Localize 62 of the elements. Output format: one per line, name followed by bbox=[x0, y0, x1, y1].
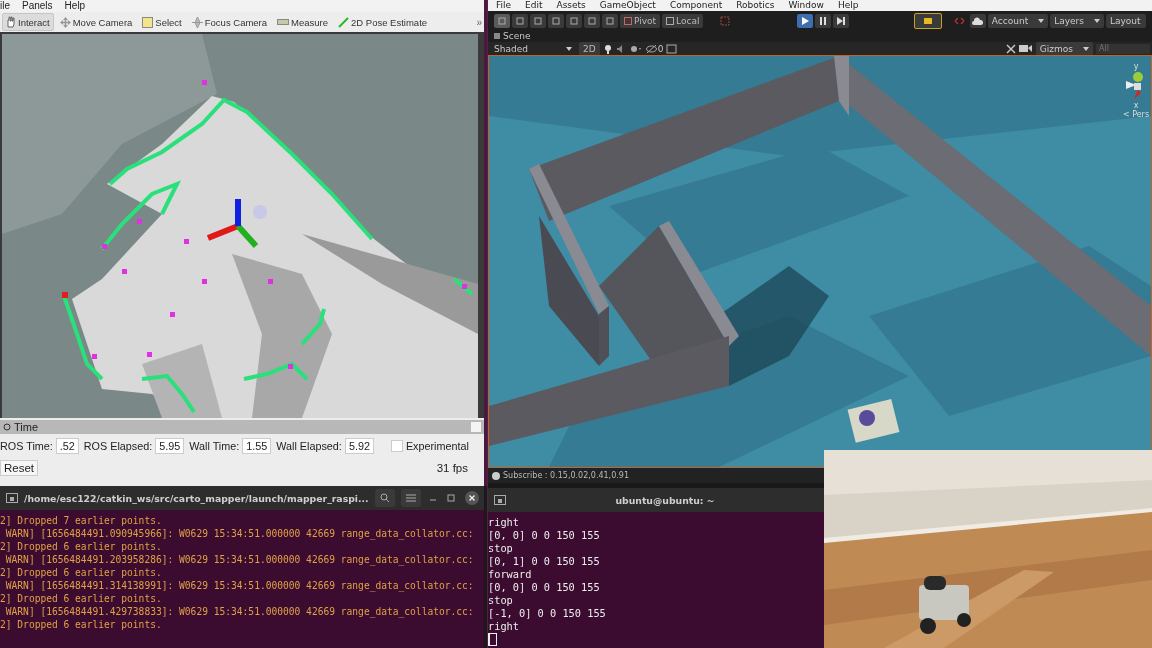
menu-item[interactable]: Panels bbox=[22, 0, 53, 12]
menu-item[interactable]: Robotics bbox=[736, 0, 775, 11]
window-title: ubuntu@ubuntu: ~ bbox=[614, 494, 716, 506]
axis-label: y bbox=[1133, 62, 1139, 71]
terminal-line: [0, 0] 0 0 150 155 bbox=[488, 529, 600, 542]
tool-button[interactable]: Select bbox=[138, 13, 186, 31]
field-value: 5.92 bbox=[344, 438, 374, 454]
tool-button[interactable]: Measure bbox=[273, 13, 333, 31]
field-label: ROS Time: bbox=[0, 440, 53, 452]
projection-label[interactable]: < Pers bbox=[1122, 110, 1150, 119]
terminal-line: [0, 1] 0 0 150 155 bbox=[488, 555, 600, 568]
tool-button[interactable]: 2D Pose Estimate bbox=[334, 13, 432, 31]
terminal-line: [-1, 0] 0 0 150 155 bbox=[488, 607, 606, 620]
field-label: Wall Time: bbox=[189, 440, 240, 452]
scene-tab[interactable]: Scene bbox=[503, 31, 531, 41]
terminal-line: [0, 0] 0 0 150 155 bbox=[488, 581, 600, 594]
menu-item[interactable]: Help bbox=[837, 0, 859, 11]
terminal-line: right bbox=[488, 620, 519, 633]
terminal-line: 2] Dropped 6 earlier points. bbox=[0, 540, 162, 553]
terminal-line: 2] Dropped 6 earlier points. bbox=[0, 592, 162, 605]
terminal-line: 2] Dropped 7 earlier points. bbox=[0, 514, 162, 527]
checkbox-label: Experimental bbox=[405, 440, 469, 452]
more-tools-button[interactable]: » bbox=[476, 16, 482, 28]
terminal-line: WARN] [1656484491.203958286]: W0629 15:34:51.000000 42669 range_data_collator.cc: bbox=[4, 553, 474, 566]
layout-dropdown[interactable]: Layout bbox=[1106, 13, 1146, 28]
terminal-line: right bbox=[488, 516, 519, 529]
panel-title: Time bbox=[14, 421, 39, 433]
menu-item[interactable]: Window bbox=[788, 0, 824, 11]
tool-button[interactable]: Focus Camera bbox=[187, 13, 272, 31]
status-message: Subscribe : 0.15,0.02,0.41,0.91 bbox=[503, 471, 629, 480]
field-value: .52 bbox=[55, 438, 79, 454]
hidden-count: 0 bbox=[657, 43, 664, 54]
menu-item[interactable]: GameObject bbox=[599, 0, 656, 11]
terminal-line: WARN] [1656484491.314138991]: W0629 15:34:51.000000 42669 range_data_collator.cc: bbox=[4, 579, 474, 592]
terminal-line: 2] Dropped 6 earlier points. bbox=[0, 566, 162, 579]
terminal-line: WARN] [1656484491.429738833]: W0629 15:34:51.000000 42669 range_data_collator.cc: bbox=[4, 605, 474, 618]
local-button[interactable]: Local bbox=[662, 13, 704, 28]
field-label: ROS Elapsed: bbox=[83, 440, 153, 452]
terminal-line: forward bbox=[488, 568, 532, 581]
axis-label: x bbox=[1133, 101, 1139, 110]
pivot-button[interactable]: Pivot bbox=[620, 13, 661, 28]
field-label: Wall Elapsed: bbox=[276, 440, 342, 452]
tool-button[interactable]: Interact bbox=[2, 13, 54, 31]
menu-item[interactable]: Help bbox=[64, 0, 86, 12]
layers-dropdown[interactable]: Layers bbox=[1050, 13, 1104, 28]
menu-item[interactable]: Assets bbox=[556, 0, 586, 11]
terminal-line: WARN] [1656484491.090945966]: W0629 15:34:51.000000 42669 range_data_collator.cc: bbox=[4, 527, 474, 540]
tool-button[interactable]: Move Camera bbox=[55, 13, 137, 31]
terminal-line: stop bbox=[488, 594, 513, 607]
field-value: 1.55 bbox=[242, 438, 272, 454]
window-title: /home/esc122/catkin_ws/src/carto_mapper/launch/mapper_raspi... bbox=[24, 492, 369, 504]
field-value: 5.95 bbox=[155, 438, 185, 454]
fps-label: 31 fps bbox=[436, 462, 468, 474]
terminal-line: 2] Dropped 6 earlier points. bbox=[0, 618, 162, 631]
account-dropdown[interactable]: Account bbox=[987, 13, 1049, 28]
menu-item[interactable]: Component bbox=[669, 0, 723, 11]
menu-item[interactable]: ile bbox=[0, 0, 10, 12]
reset-button[interactable]: Reset bbox=[0, 460, 39, 476]
menu-item[interactable]: Edit bbox=[525, 0, 543, 11]
terminal-line: stop bbox=[488, 542, 513, 555]
menu-item[interactable]: File bbox=[496, 0, 512, 11]
search-field[interactable]: All bbox=[1096, 43, 1150, 54]
